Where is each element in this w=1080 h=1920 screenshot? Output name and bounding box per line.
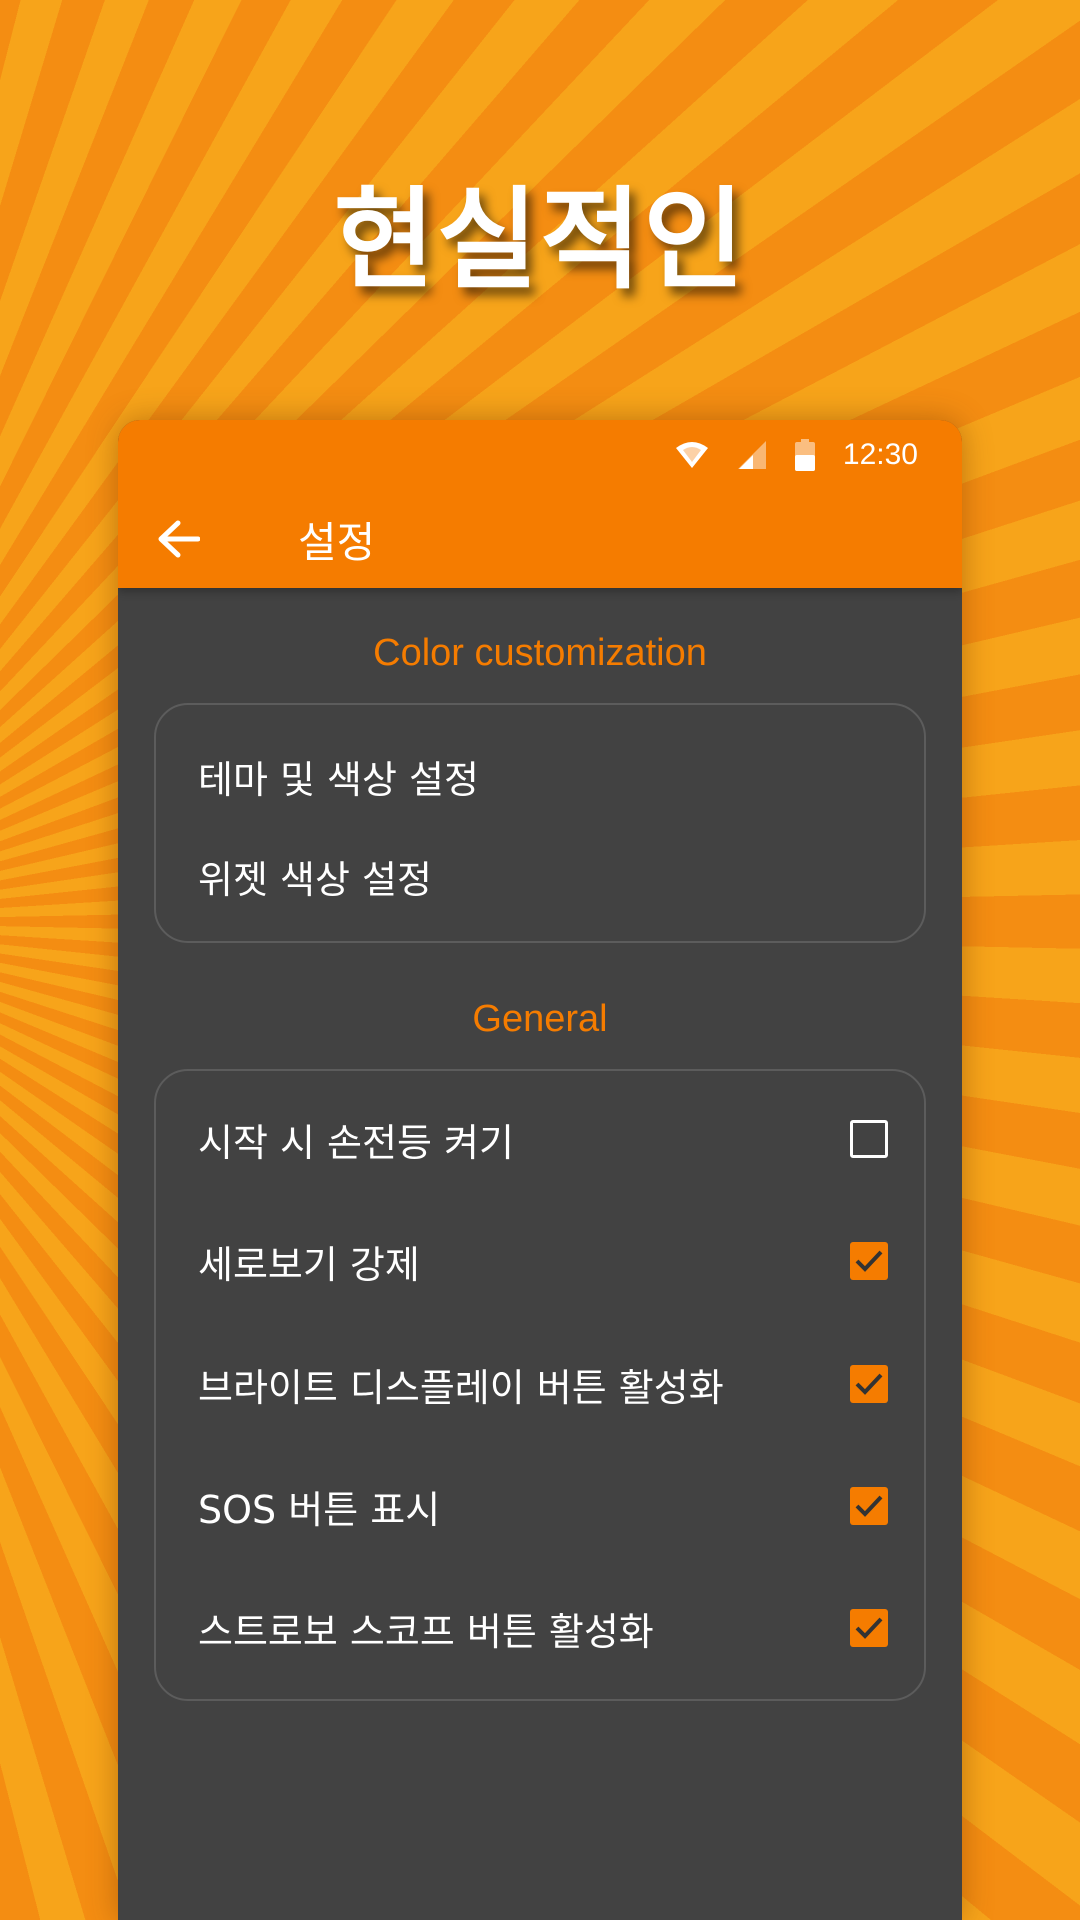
section-header-color: Color customization bbox=[373, 632, 707, 674]
settings-item-label: 스트로보 스코프 버튼 활성화 bbox=[198, 1609, 654, 1654]
force-portrait-checkbox[interactable] bbox=[850, 1242, 888, 1280]
settings-item-label: 세로보기 강제 bbox=[198, 1242, 420, 1287]
color-settings-card: 테마 및 색상 설정 위젯 색상 설정 bbox=[154, 703, 926, 943]
section-header-general: General bbox=[472, 998, 608, 1040]
checkmark-icon bbox=[855, 1495, 883, 1517]
bright-display-button-checkbox[interactable] bbox=[850, 1365, 888, 1403]
checkmark-icon bbox=[855, 1617, 883, 1639]
sos-button-checkbox[interactable] bbox=[850, 1487, 888, 1525]
battery-icon bbox=[794, 439, 815, 471]
toolbar-title: 설정 bbox=[298, 517, 376, 567]
theme-color-settings-item[interactable]: 테마 및 색상 설정 bbox=[198, 743, 888, 809]
wifi-icon bbox=[675, 440, 709, 470]
widget-color-settings-item[interactable]: 위젯 색상 설정 bbox=[198, 843, 888, 909]
flashlight-on-start-checkbox[interactable] bbox=[850, 1120, 888, 1158]
checkmark-icon bbox=[855, 1373, 883, 1395]
status-bar: 12:30 bbox=[675, 430, 918, 480]
flashlight-on-start-item[interactable]: 시작 시 손전등 켜기 bbox=[198, 1109, 888, 1169]
general-settings-card: 시작 시 손전등 켜기 세로보기 강제 브라이트 디스플레이 버튼 활성화 SO… bbox=[154, 1069, 926, 1701]
force-portrait-item[interactable]: 세로보기 강제 bbox=[198, 1231, 888, 1291]
bright-display-button-item[interactable]: 브라이트 디스플레이 버튼 활성화 bbox=[198, 1354, 888, 1414]
promo-headline: 현실적인 bbox=[333, 176, 747, 304]
phone-screen: 12:30 설정 Color customization 테마 및 색상 설정 … bbox=[118, 420, 962, 1920]
stroboscope-button-checkbox[interactable] bbox=[850, 1609, 888, 1647]
settings-item-label: 시작 시 손전등 켜기 bbox=[198, 1120, 514, 1165]
stroboscope-button-item[interactable]: 스트로보 스코프 버튼 활성화 bbox=[198, 1598, 888, 1658]
status-time: 12:30 bbox=[842, 438, 918, 471]
settings-item-label: 위젯 색상 설정 bbox=[198, 857, 432, 902]
sos-button-item[interactable]: SOS 버튼 표시 bbox=[198, 1476, 888, 1536]
app-bar: 12:30 설정 bbox=[118, 420, 962, 588]
settings-item-label: 브라이트 디스플레이 버튼 활성화 bbox=[198, 1365, 724, 1410]
toolbar: 설정 bbox=[118, 490, 962, 588]
cell-signal-icon bbox=[737, 440, 767, 470]
back-button[interactable] bbox=[148, 509, 208, 569]
checkmark-icon bbox=[855, 1250, 883, 1272]
settings-item-label: SOS 버튼 표시 bbox=[198, 1487, 441, 1532]
arrow-left-icon bbox=[158, 520, 200, 558]
settings-item-label: 테마 및 색상 설정 bbox=[198, 757, 479, 802]
